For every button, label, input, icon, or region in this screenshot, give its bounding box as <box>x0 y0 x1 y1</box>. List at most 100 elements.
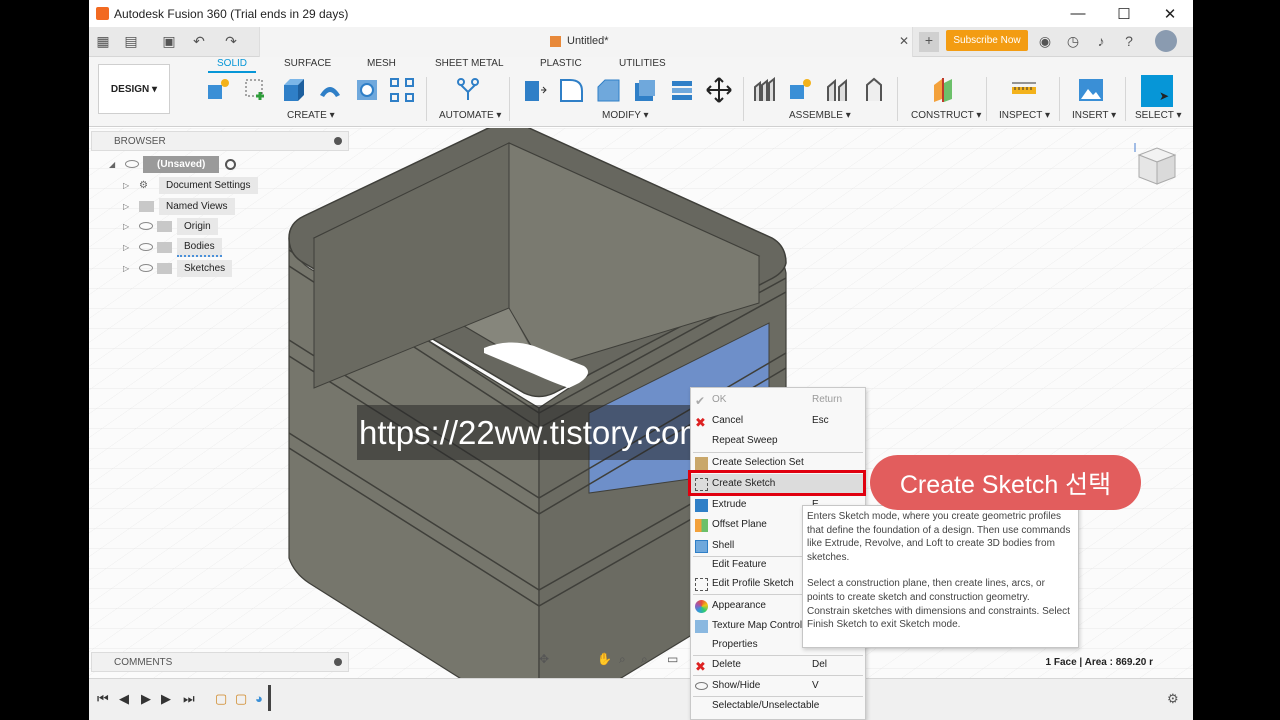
tab-sheet-metal[interactable]: SHEET METAL <box>435 58 504 69</box>
revolve-icon[interactable] <box>317 77 343 103</box>
extrude-icon[interactable] <box>280 77 306 103</box>
tab-plastic[interactable]: PLASTIC <box>540 58 582 69</box>
expand-arrow-icon[interactable]: ▷ <box>123 222 131 231</box>
shell-icon[interactable] <box>632 77 658 103</box>
save-icon[interactable]: ▣ <box>161 33 177 49</box>
step-back-icon[interactable]: ◀ <box>119 691 129 707</box>
joint-icon[interactable] <box>752 77 778 103</box>
automate-menu[interactable]: AUTOMATE ▾ <box>439 110 501 121</box>
go-to-end-icon[interactable]: ⏭ <box>183 691 195 707</box>
pattern-icon[interactable] <box>389 77 415 103</box>
tab-mesh[interactable]: MESH <box>367 58 396 69</box>
select-menu[interactable]: SELECT ▾ <box>1135 110 1182 121</box>
menu-item-ok[interactable]: ✔ OK Return <box>691 390 865 410</box>
redo-icon[interactable]: ↷ <box>223 33 239 49</box>
menu-item-delete[interactable]: ✖ Delete Del <box>691 655 865 675</box>
tab-solid[interactable]: SOLID <box>217 58 247 69</box>
timeline-sketch-icon[interactable]: ▢ <box>215 691 227 707</box>
tab-surface[interactable]: SURFACE <box>284 58 331 69</box>
browser-item-named-views[interactable]: ▷ Named Views <box>123 197 235 215</box>
maximize-button[interactable]: ☐ <box>1101 0 1147 27</box>
menu-item-repeat-sweep[interactable]: Repeat Sweep <box>691 431 865 451</box>
visibility-eye-icon[interactable] <box>125 160 139 168</box>
subscribe-button[interactable]: Subscribe Now <box>946 30 1028 51</box>
browser-item-bodies[interactable]: ▷ Bodies <box>123 237 222 257</box>
expand-arrow-icon[interactable]: ▷ <box>123 264 131 273</box>
orbit-icon[interactable]: ✥ <box>539 652 549 666</box>
collapse-arrow-icon[interactable]: ◢ <box>109 160 117 169</box>
inspect-menu[interactable]: INSPECT ▾ <box>999 110 1050 121</box>
go-to-start-icon[interactable]: ⏮ <box>97 691 109 707</box>
zoom-icon[interactable]: ⌕ <box>619 652 626 667</box>
browser-item-sketches[interactable]: ▷ Sketches <box>123 259 233 277</box>
as-built-joint-icon[interactable] <box>825 77 851 103</box>
chamfer-icon[interactable] <box>595 77 621 103</box>
checkmark-icon: ✔ <box>695 394 706 408</box>
menu-item-cancel[interactable]: ✖ Cancel Esc <box>691 411 865 431</box>
job-status-icon[interactable]: ◉ <box>1037 33 1053 49</box>
data-panel-grid-icon[interactable]: ▦ <box>95 33 111 49</box>
menu-item-selectable-unselectable[interactable]: Selectable/Unselectable <box>691 696 865 716</box>
display-settings-icon[interactable]: ▭ <box>667 652 678 666</box>
close-tab-icon[interactable]: ✕ <box>899 34 909 48</box>
press-pull-icon[interactable] <box>521 77 547 103</box>
timeline-marker[interactable] <box>268 685 271 711</box>
visibility-eye-icon[interactable] <box>139 243 153 251</box>
hole-icon[interactable] <box>354 77 380 103</box>
visibility-eye-icon[interactable] <box>139 222 153 230</box>
view-cube[interactable] <box>1129 140 1179 190</box>
browser-panel-header[interactable]: BROWSER <box>91 131 349 151</box>
activate-radio-icon[interactable] <box>225 158 237 170</box>
workspace-switcher[interactable]: DESIGN ▾ <box>98 64 170 114</box>
file-menu-icon[interactable]: ▤ <box>123 33 139 49</box>
comments-panel-header[interactable]: COMMENTS <box>91 652 349 672</box>
menu-item-label: Create Selection Set <box>712 457 804 468</box>
play-icon[interactable]: ▶ <box>141 691 151 707</box>
timeline-sweep-icon[interactable]: ◕ <box>255 691 263 706</box>
add-comment-icon[interactable] <box>334 658 342 666</box>
construct-menu[interactable]: CONSTRUCT ▾ <box>911 110 981 121</box>
select-tool-icon[interactable]: ➤ <box>1141 75 1173 107</box>
expand-arrow-icon[interactable]: ▷ <box>123 243 131 252</box>
insert-image-icon[interactable] <box>1078 77 1104 103</box>
timeline-sketch-icon[interactable]: ▢ <box>235 691 247 707</box>
step-forward-icon[interactable]: ▶ <box>161 691 171 707</box>
help-icon[interactable]: ? <box>1121 33 1137 49</box>
new-component-icon[interactable] <box>206 77 232 103</box>
rigid-group-icon[interactable] <box>861 77 887 103</box>
expand-arrow-icon[interactable]: ▷ <box>123 202 131 211</box>
browser-item-origin[interactable]: ▷ Origin <box>123 217 218 235</box>
tab-utilities[interactable]: UTILITIES <box>619 58 666 69</box>
fit-icon[interactable]: ⌕ <box>641 652 648 667</box>
close-window-button[interactable]: ✕ <box>1147 0 1193 27</box>
minimize-button[interactable]: — <box>1055 0 1101 27</box>
fillet-icon[interactable] <box>558 77 584 103</box>
modify-menu[interactable]: MODIFY ▾ <box>602 110 649 121</box>
user-avatar[interactable] <box>1155 30 1177 52</box>
create-sketch-icon[interactable] <box>243 77 269 103</box>
menu-item-label: Shell <box>712 540 735 551</box>
new-tab-icon[interactable]: + <box>919 32 939 52</box>
combine-icon[interactable] <box>669 77 695 103</box>
menu-item-show-hide[interactable]: Show/Hide V <box>691 676 865 696</box>
timeline-settings-gear-icon[interactable]: ⚙ <box>1167 691 1179 707</box>
pan-icon[interactable]: ✋ <box>597 652 612 666</box>
move-copy-icon[interactable] <box>706 77 732 103</box>
undo-icon[interactable]: ↶ <box>191 33 207 49</box>
measure-icon[interactable] <box>1011 77 1037 103</box>
create-menu[interactable]: CREATE ▾ <box>287 110 335 121</box>
insert-menu[interactable]: INSERT ▾ <box>1072 110 1116 121</box>
offset-plane-icon <box>695 519 708 532</box>
offset-plane-icon[interactable] <box>930 77 956 103</box>
history-icon[interactable]: ◷ <box>1065 33 1081 49</box>
browser-collapse-icon[interactable] <box>334 137 342 145</box>
notifications-icon[interactable]: ♪ <box>1093 33 1109 49</box>
browser-item-document-settings[interactable]: ▷ ⚙ Document Settings <box>123 176 258 194</box>
new-component-assemble-icon[interactable] <box>788 77 814 103</box>
browser-root[interactable]: ◢ (Unsaved) <box>109 155 237 173</box>
assemble-menu[interactable]: ASSEMBLE ▾ <box>789 110 851 121</box>
visibility-eye-icon[interactable] <box>139 264 153 272</box>
expand-arrow-icon[interactable]: ▷ <box>123 181 131 190</box>
document-tab[interactable]: Untitled* ✕ <box>259 27 913 57</box>
automate-icon[interactable] <box>455 77 481 103</box>
